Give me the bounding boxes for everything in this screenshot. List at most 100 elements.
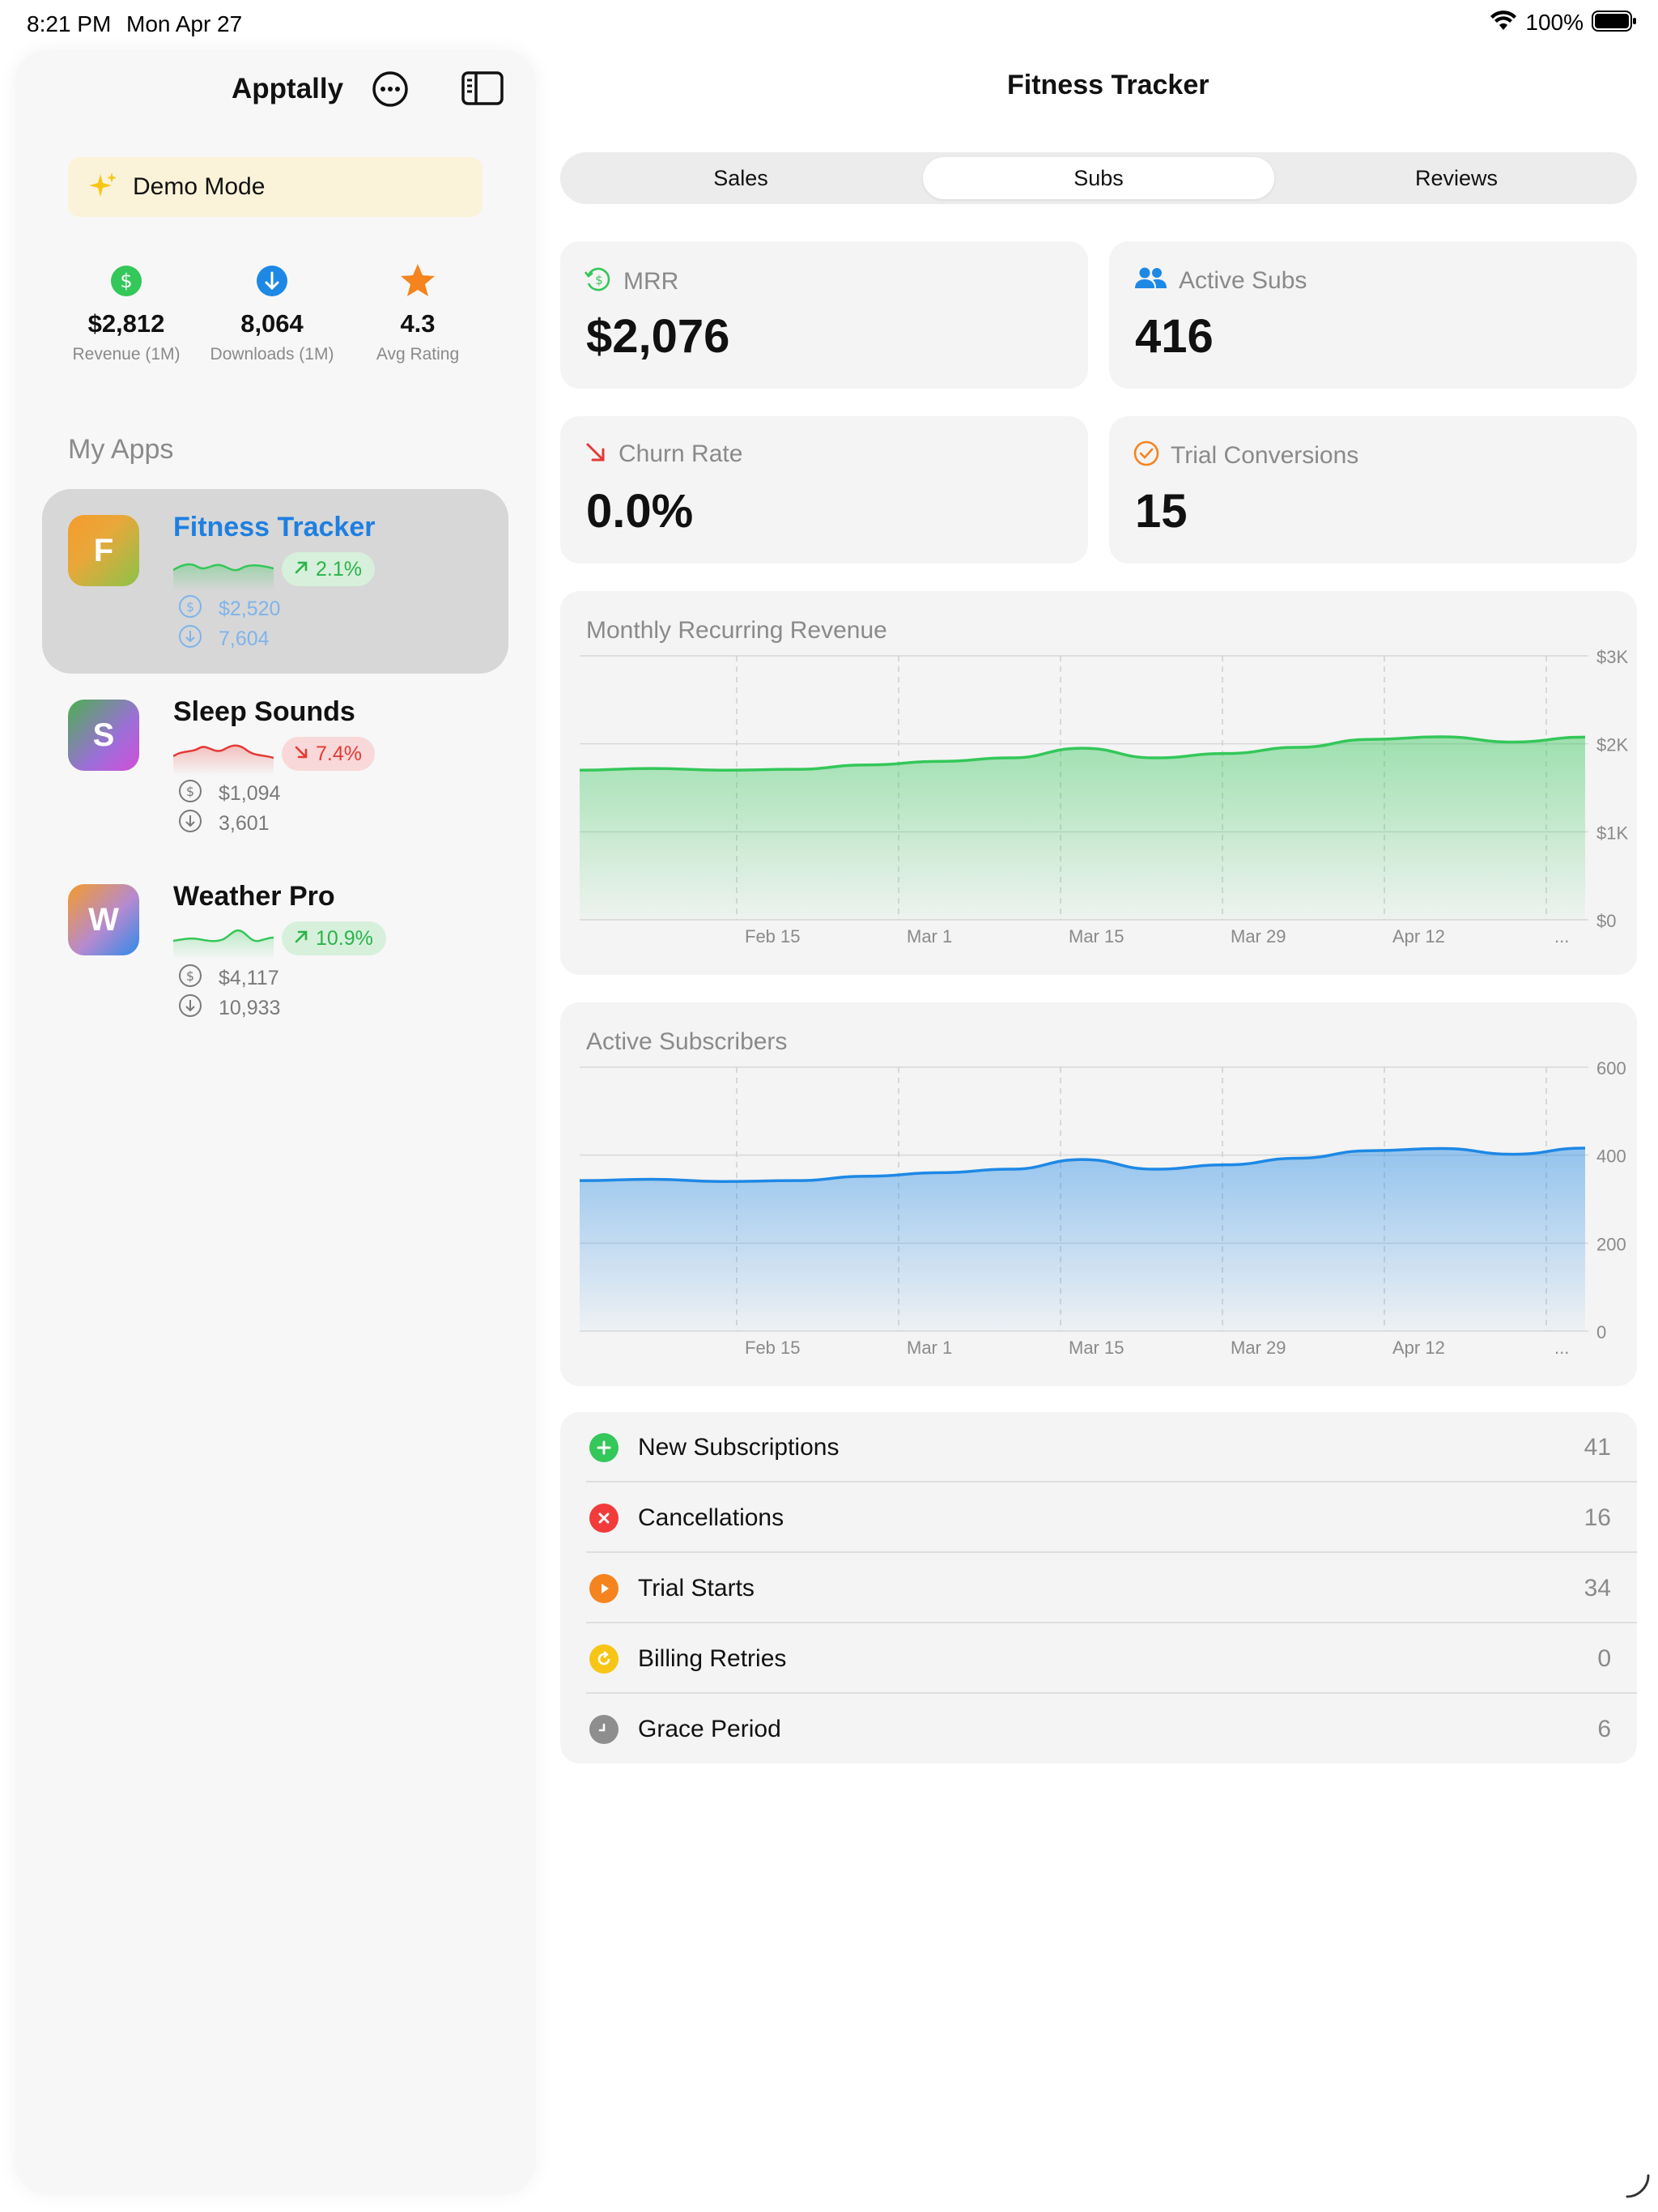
app-name: Weather Pro: [173, 881, 335, 912]
dollar-circle-icon: $: [178, 779, 202, 809]
check-circle-icon: [1133, 440, 1159, 470]
arrow-up-right-icon: [293, 927, 309, 951]
retry-circle-icon: [589, 1644, 619, 1674]
svg-text:$: $: [186, 784, 194, 799]
status-time: 8:21 PM: [27, 11, 112, 36]
list-item-label: New Subscriptions: [638, 1434, 840, 1461]
app-downloads-row: 10,933: [178, 993, 280, 1023]
download-icon: [199, 262, 345, 300]
app-downloads: 7,604: [219, 627, 270, 650]
list-item[interactable]: Trial Starts 34: [560, 1553, 1637, 1623]
app-item-fitness-tracker[interactable]: F Fitness Tracker 2.1% $ $2,520 7,604: [42, 489, 508, 674]
sidebar: Apptally Demo Mode $ $2,812 Revenue (1M)…: [15, 50, 536, 2194]
arrow-up-right-icon: [293, 558, 309, 581]
x-tick-label: Mar 1: [907, 1338, 952, 1358]
metric-label: Churn Rate: [619, 440, 743, 467]
app-downloads: 10,933: [219, 997, 281, 1019]
x-circle-icon: [589, 1504, 619, 1533]
app-item-weather-pro[interactable]: W Weather Pro 10.9% $ $4,117 10,933: [42, 858, 508, 1043]
dollar-icon: $: [53, 262, 199, 300]
metric-card-trial-conversions: Trial Conversions 15: [1109, 416, 1637, 564]
trend-badge: 10.9%: [282, 921, 386, 955]
sparkles-icon: [89, 171, 118, 204]
demo-mode-label: Demo Mode: [133, 173, 266, 200]
app-item-sleep-sounds[interactable]: S Sleep Sounds 7.4% $ $1,094 3,601: [42, 674, 508, 858]
subscription-events-list: New Subscriptions 41 Cancellations 16 Tr…: [560, 1412, 1637, 1763]
metric-value: 0.0%: [586, 485, 694, 538]
chart-card-mrr: Monthly Recurring Revenue $0 $1K $2K $3K Feb…: [560, 591, 1637, 975]
mrr-chart: $0 $1K $2K $3K Feb 15 Mar 1 Mar 15 Mar 29 Apr 12…: [579, 647, 1628, 946]
trend-value: 10.9%: [316, 926, 373, 950]
y-tick-label: $2K: [1596, 735, 1628, 755]
sidebar-title: Apptally: [232, 73, 344, 104]
list-item-label: Billing Retries: [638, 1645, 787, 1672]
list-item-value: 6: [1597, 1716, 1611, 1742]
trend-value: 2.1%: [316, 557, 362, 581]
list-item-label: Cancellations: [638, 1504, 784, 1531]
sidebar-toggle-icon[interactable]: [461, 71, 504, 109]
svg-text:$: $: [186, 599, 194, 615]
tab-reviews[interactable]: Reviews: [1281, 157, 1632, 199]
people-icon: [1133, 266, 1167, 296]
x-tick-label: Mar 15: [1069, 926, 1124, 946]
wifi-icon: [1490, 10, 1517, 36]
metric-card-active-subs: Active Subs 416: [1109, 241, 1637, 389]
list-item-value: 16: [1584, 1504, 1611, 1531]
star-icon: [345, 262, 491, 300]
y-tick-label: 600: [1596, 1058, 1626, 1078]
list-item[interactable]: Billing Retries 0: [560, 1623, 1637, 1694]
svg-text:$: $: [186, 968, 194, 984]
x-tick-label: Mar 15: [1069, 1338, 1124, 1358]
app-revenue-row: $ $2,520: [178, 594, 280, 624]
summary-value: $2,812: [87, 309, 165, 338]
segmented-control: Sales Subs Reviews: [560, 152, 1637, 204]
tab-subs[interactable]: Subs: [923, 157, 1274, 199]
tab-sales[interactable]: Sales: [565, 157, 916, 199]
y-tick-label: $3K: [1596, 647, 1628, 667]
dollar-circle-icon: $: [178, 963, 202, 993]
metric-header: Churn Rate: [585, 440, 742, 468]
download-circle-icon: [178, 993, 202, 1023]
metric-card-churn-rate: Churn Rate 0.0%: [560, 416, 1088, 564]
metric-label: Trial Conversions: [1171, 441, 1359, 469]
demo-mode-banner[interactable]: Demo Mode: [68, 157, 483, 217]
app-revenue: $2,520: [219, 598, 281, 620]
trend-badge: 2.1%: [282, 552, 375, 586]
list-item[interactable]: New Subscriptions 41: [560, 1412, 1637, 1482]
x-tick-label: Mar 1: [907, 926, 952, 946]
metric-header: Active Subs: [1133, 266, 1307, 296]
app-revenue: $1,094: [219, 782, 281, 805]
list-item-value: 41: [1584, 1434, 1611, 1461]
arrow-down-right-icon: [585, 441, 607, 468]
resize-handle-icon[interactable]: [1624, 2172, 1652, 2204]
metric-header: $ MRR: [584, 266, 679, 297]
summary-value: 8,064: [240, 309, 304, 338]
metric-card-mrr: $ MRR $2,076: [560, 241, 1088, 389]
dollar-refresh-icon: $: [584, 266, 612, 297]
more-options-icon[interactable]: [371, 70, 410, 113]
series-area: [580, 1147, 1585, 1331]
app-downloads-row: 7,604: [178, 624, 270, 654]
metric-value: $2,076: [586, 310, 730, 363]
svg-text:$: $: [595, 273, 603, 287]
play-circle-icon: [589, 1574, 619, 1603]
list-item-value: 0: [1597, 1645, 1611, 1672]
series-area: [580, 736, 1585, 920]
list-item-label: Trial Starts: [638, 1575, 755, 1602]
list-item[interactable]: Grace Period 6: [560, 1694, 1637, 1764]
status-date: Mon Apr 27: [126, 11, 243, 36]
x-tick-label: Mar 29: [1231, 1338, 1286, 1358]
summary-label: Downloads (1M): [210, 345, 334, 364]
battery-percent: 100%: [1525, 10, 1584, 35]
x-tick-label: Apr 12: [1392, 1338, 1445, 1358]
chart-card-active-subscribers: Active Subscribers 0 200 400 600 Feb 15 Mar 1…: [560, 1002, 1637, 1386]
metric-label: MRR: [623, 267, 679, 295]
list-item[interactable]: Cancellations 16: [560, 1482, 1637, 1553]
list-item-label: Grace Period: [638, 1716, 781, 1742]
sparkline-chart: [172, 554, 274, 595]
clock-circle-icon: [589, 1715, 619, 1744]
metric-header: Trial Conversions: [1133, 440, 1358, 470]
metric-value: 15: [1135, 485, 1188, 538]
app-revenue: $4,117: [219, 967, 279, 989]
app-name: Sleep Sounds: [173, 696, 355, 727]
